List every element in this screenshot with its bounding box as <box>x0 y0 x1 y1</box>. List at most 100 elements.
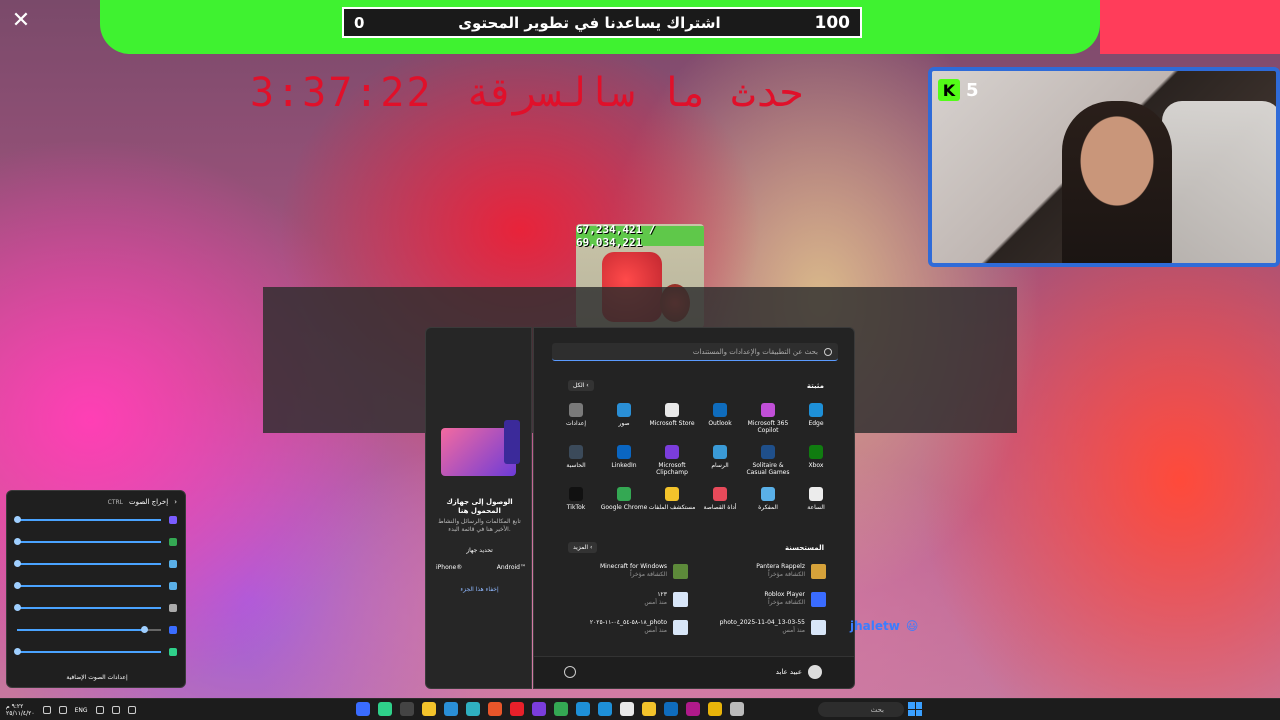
pinned-app[interactable]: الساعة <box>792 487 840 521</box>
volume-slider[interactable] <box>14 647 181 657</box>
pinned-app[interactable]: المفكرة <box>744 487 792 521</box>
app-icon-9[interactable] <box>532 702 546 716</box>
keyboard-icon[interactable] <box>95 706 104 714</box>
volume-slider[interactable] <box>14 559 181 569</box>
pinned-app[interactable]: TikTok <box>552 487 600 521</box>
recommended-item[interactable]: photo_2025-11-04_13-03-55 منذ أمس <box>702 618 826 636</box>
volume-slider[interactable] <box>14 581 181 591</box>
app-icon-11[interactable] <box>576 702 590 716</box>
start-footer: عبيد عابد <box>534 656 854 688</box>
app-icon-1[interactable] <box>356 702 370 716</box>
taskbar-search[interactable]: بحث <box>818 702 904 717</box>
more-button[interactable]: المزيد ‹ <box>568 542 598 553</box>
recommended-item[interactable]: photo_١٨-٥٨-٥٤_٠٤-١١-٢٠٢٥ منذ أمس <box>564 618 688 636</box>
sound-output-header[interactable]: CTRL إخراج الصوت › <box>108 498 177 506</box>
outlook-icon <box>713 403 727 417</box>
clock-icon <box>809 487 823 501</box>
app-icon-7[interactable] <box>488 702 502 716</box>
clock[interactable]: ٩:٢٢ م ٢٥/١١/٤/٢٠ <box>6 703 35 717</box>
pinned-header: الكل ‹ مثبتة <box>568 380 824 391</box>
language-indicator[interactable]: ENG <box>75 707 88 714</box>
recommended-item[interactable]: Pantera Rappelz الكشافة مؤخراً <box>702 562 826 580</box>
start-search-input[interactable]: بحث عن التطبيقات والإعدادات والمستندات <box>552 343 838 361</box>
slider-knob[interactable] <box>140 626 148 633</box>
power-icon[interactable] <box>564 666 576 678</box>
volume-slider[interactable] <box>14 515 181 525</box>
store-icon[interactable] <box>620 702 634 716</box>
pinned-app-label: Microsoft Store <box>649 420 695 427</box>
pinned-app[interactable]: Outlook <box>696 403 744 437</box>
pinned-app[interactable]: Microsoft 365 Copilot <box>744 403 792 437</box>
pinned-app[interactable]: LinkedIn <box>600 445 648 479</box>
pinned-app[interactable]: Microsoft Clipchamp <box>648 445 696 479</box>
close-icon[interactable]: ✕ <box>10 10 32 32</box>
slider-track[interactable] <box>14 648 161 655</box>
slider-knob[interactable] <box>14 648 21 655</box>
pinned-app[interactable]: أداة القصاصة <box>696 487 744 521</box>
hide-panel-link[interactable]: إخفاء هذا الجزء <box>432 586 527 593</box>
tiktok-icon <box>569 487 583 501</box>
opera-icon[interactable] <box>510 702 524 716</box>
folder-icon[interactable] <box>642 702 656 716</box>
slider-track[interactable] <box>14 604 161 611</box>
microphone-icon[interactable] <box>111 706 120 714</box>
all-apps-button[interactable]: الكل ‹ <box>568 380 594 391</box>
recommended-item[interactable]: ١٢٣ منذ أمس <box>564 590 688 608</box>
recommended-subtitle: الكشافة مؤخراً <box>768 599 805 606</box>
slider-track[interactable] <box>14 538 161 545</box>
slider-knob[interactable] <box>14 604 21 611</box>
slider-track[interactable] <box>17 626 161 633</box>
pinned-app[interactable]: إعدادات <box>552 403 600 437</box>
app-icon-6[interactable] <box>466 702 480 716</box>
app-icon-16[interactable] <box>686 702 700 716</box>
android-button[interactable]: Android™ <box>497 564 526 571</box>
outlook-icon[interactable] <box>664 702 678 716</box>
pinned-app[interactable]: Microsoft Store <box>648 403 696 437</box>
recommended-title: ١٢٣ <box>657 591 667 598</box>
obs-icon[interactable] <box>400 702 414 716</box>
slider-track[interactable] <box>14 560 161 567</box>
pinned-app[interactable]: Google Chrome <box>600 487 648 521</box>
wifi-icon[interactable] <box>58 706 67 714</box>
volume-slider[interactable] <box>14 537 181 547</box>
phone-link-panel: الوصول إلى جهازك المحمول هنا تابع المكال… <box>425 327 532 689</box>
clock-time: ٩:٢٢ م <box>6 703 24 710</box>
recommended-title: photo_١٨-٥٨-٥٤_٠٤-١١-٢٠٢٥ <box>589 619 667 626</box>
volume-slider[interactable] <box>14 603 181 613</box>
pinned-app[interactable]: الحاسبة <box>552 445 600 479</box>
volume-slider[interactable] <box>17 625 181 635</box>
recommended-item[interactable]: Minecraft for Windows الكشافة مؤخراً <box>564 562 688 580</box>
pinned-app[interactable]: Edge <box>792 403 840 437</box>
slider-track[interactable] <box>14 516 161 523</box>
streamer <box>1062 101 1172 263</box>
taskbar-search-label: بحث <box>870 705 884 714</box>
more-sound-settings[interactable]: إعدادات الصوت الإضافية <box>15 674 179 681</box>
windows-start-icon[interactable] <box>908 702 922 716</box>
slider-knob[interactable] <box>14 560 21 567</box>
app-icon-17[interactable] <box>708 702 722 716</box>
taskbar: ٩:٢٢ م ٢٥/١١/٤/٢٠ ENG بحث <box>0 698 1280 720</box>
chevron-up-icon[interactable] <box>127 706 136 714</box>
emoji-icon[interactable] <box>422 702 436 716</box>
folder-icon <box>665 487 679 501</box>
user-account[interactable]: عبيد عابد <box>776 665 822 679</box>
slider-knob[interactable] <box>14 538 21 545</box>
chrome-icon[interactable] <box>554 702 568 716</box>
app-icon-18[interactable] <box>730 702 744 716</box>
pinned-app[interactable]: الرسام <box>696 445 744 479</box>
pinned-app[interactable]: مستكشف الملفات <box>648 487 696 521</box>
ctrl-hint: CTRL <box>107 498 123 506</box>
pinned-app[interactable]: صور <box>600 403 648 437</box>
iphone-button[interactable]: iPhone® <box>436 564 462 571</box>
app-icon-5[interactable] <box>444 702 458 716</box>
slider-track[interactable] <box>14 582 161 589</box>
speaker-icon[interactable] <box>42 706 51 714</box>
pinned-app[interactable]: Xbox <box>792 445 840 479</box>
slider-knob[interactable] <box>14 582 21 589</box>
banner-corner <box>1100 0 1280 54</box>
edge-icon[interactable] <box>598 702 612 716</box>
slider-knob[interactable] <box>14 516 21 523</box>
pinned-app[interactable]: Solitaire & Casual Games <box>744 445 792 479</box>
app-icon-2[interactable] <box>378 702 392 716</box>
recommended-item[interactable]: Roblox Player الكشافة مؤخراً <box>702 590 826 608</box>
